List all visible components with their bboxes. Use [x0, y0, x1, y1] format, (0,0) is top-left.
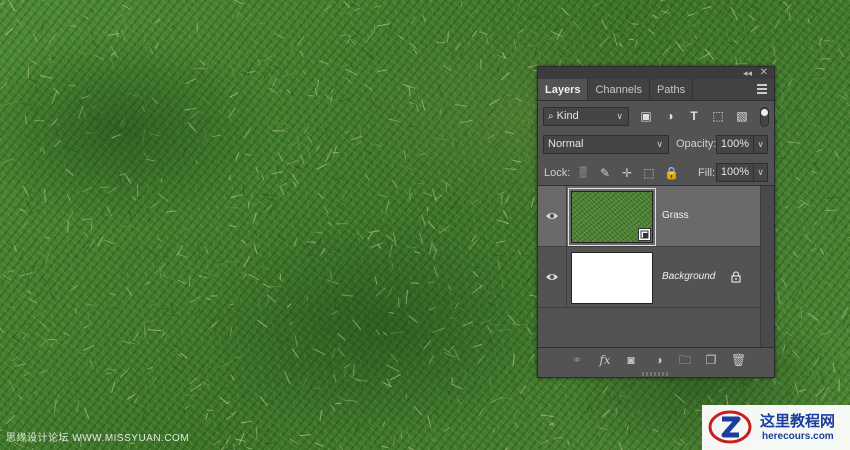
link-icon[interactable]: ⚭ — [570, 353, 584, 367]
watermark-site-name: 这里教程网 — [760, 412, 836, 430]
filter-kind-label: Kind — [556, 110, 579, 122]
watermark-left: 思缘设计论坛 WWW.MISSYUAN.COM — [6, 433, 190, 444]
mask-icon[interactable]: ◙ — [624, 353, 638, 367]
filter-toggle[interactable] — [760, 107, 769, 127]
eye-icon[interactable] — [545, 209, 559, 223]
filter-row: ⌕ Kind ∨ ▣ ◑ T ⬚ ▧ — [538, 107, 774, 129]
blend-mode-value: Normal — [548, 138, 584, 150]
lock-transparent-icon[interactable]: ▒ — [576, 166, 590, 180]
group-folder-icon[interactable]: 🗀 — [678, 353, 692, 367]
eye-icon[interactable] — [545, 270, 559, 284]
layer-row-grass[interactable]: Grass — [538, 186, 760, 247]
layers-scrollbar[interactable] — [760, 186, 774, 348]
site-logo-icon — [708, 410, 752, 444]
layer-name[interactable]: Background — [662, 271, 715, 282]
panel-menu-icon[interactable] — [757, 84, 767, 94]
filter-kind-select[interactable]: ⌕ Kind ∨ — [543, 107, 629, 126]
layer-row-background[interactable]: Background — [538, 247, 760, 308]
blend-row: Normal ∨ Opacity: 100% ∨ — [538, 135, 774, 157]
opacity-field[interactable]: 100% — [716, 135, 754, 154]
tab-paths[interactable]: Paths — [650, 79, 694, 100]
fill-field[interactable]: 100% — [716, 163, 754, 182]
opacity-label: Opacity: — [676, 138, 717, 150]
chevron-down-icon: ∨ — [757, 167, 764, 177]
panel-title-bar[interactable]: ◂◂ ✕ — [538, 67, 774, 79]
fx-icon[interactable]: fx — [598, 353, 612, 367]
chevron-down-icon: ∨ — [757, 139, 764, 149]
chevron-down-icon: ∨ — [656, 139, 663, 149]
collapse-icon[interactable]: ◂◂ — [743, 67, 752, 79]
adjustment-filter-icon[interactable]: ◑ — [663, 109, 677, 123]
panel-tabs: Layers Channels Paths — [538, 79, 774, 101]
watermark-right: 这里教程网 herecours.com — [702, 405, 850, 450]
lock-paint-icon[interactable]: ✎ — [598, 166, 612, 180]
lock-artboard-icon[interactable]: ⬚ — [642, 166, 656, 180]
chevron-down-icon: ∨ — [616, 111, 623, 121]
layers-panel: ◂◂ ✕ Layers Channels Paths ⌕ Kind ∨ ▣ ◑ … — [537, 66, 775, 378]
blend-mode-select[interactable]: Normal ∨ — [543, 135, 669, 154]
lock-row: Lock: ▒ ✎ ✛ ⬚ 🔒 Fill: 100% ∨ — [538, 163, 774, 185]
watermark-site-url: herecours.com — [762, 431, 834, 442]
layers-list: Grass Background — [538, 185, 774, 348]
shape-filter-icon[interactable]: ⬚ — [711, 109, 725, 123]
layers-bottom-toolbar: ⚭ fx ◙ ◑ 🗀 ❐ 🗑 — [538, 347, 774, 371]
tab-layers[interactable]: Layers — [538, 79, 589, 100]
lock-icon — [731, 271, 741, 283]
lock-position-icon[interactable]: ✛ — [620, 166, 634, 180]
opacity-dropdown[interactable]: ∨ — [753, 135, 768, 154]
smart-object-icon — [638, 228, 651, 241]
panel-resize-grip[interactable] — [642, 372, 670, 376]
layer-name[interactable]: Grass — [662, 210, 689, 221]
image-filter-icon[interactable]: ▣ — [639, 109, 653, 123]
tab-channels[interactable]: Channels — [588, 79, 650, 100]
smartobject-filter-icon[interactable]: ▧ — [735, 109, 749, 123]
fill-dropdown[interactable]: ∨ — [753, 163, 768, 182]
layer-thumbnail — [571, 252, 653, 304]
lock-label: Lock: — [544, 167, 571, 179]
fill-label: Fill: — [698, 167, 716, 179]
new-layer-icon[interactable]: ❐ — [704, 353, 718, 367]
adjustment-layer-icon[interactable]: ◑ — [652, 353, 666, 367]
search-icon: ⌕ — [548, 111, 554, 122]
close-icon[interactable]: ✕ — [760, 67, 768, 79]
lock-all-icon[interactable]: 🔒 — [664, 166, 679, 180]
type-filter-icon[interactable]: T — [687, 109, 701, 123]
trash-icon[interactable]: 🗑 — [731, 353, 746, 367]
